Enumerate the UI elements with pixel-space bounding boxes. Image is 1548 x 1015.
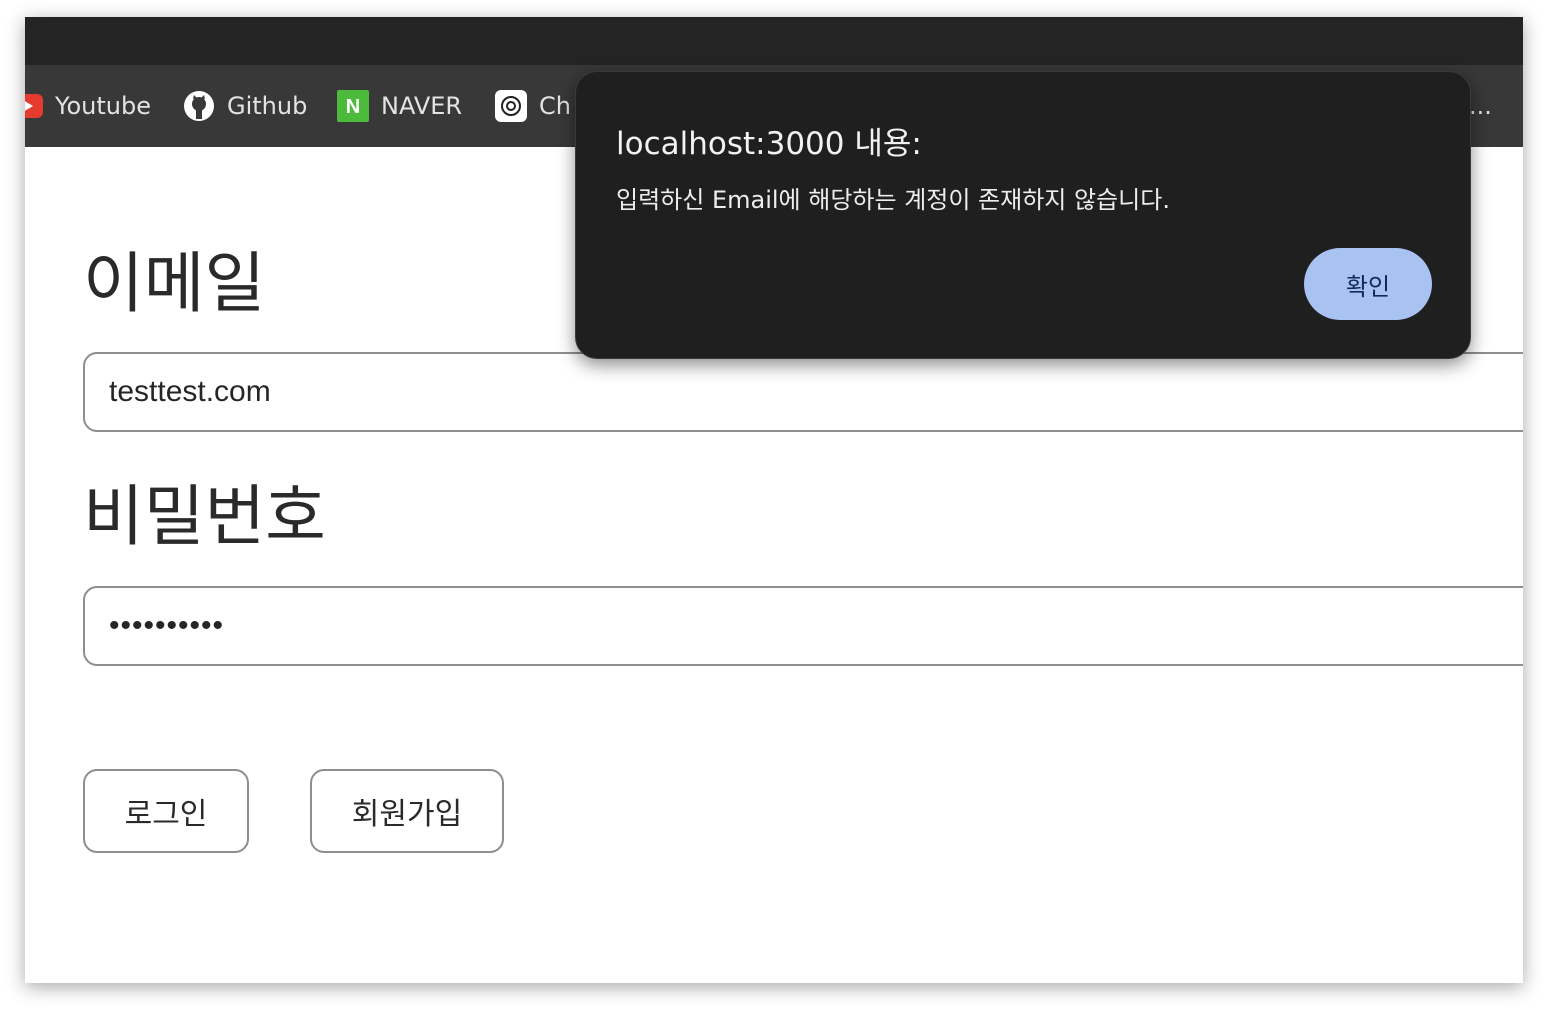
bookmark-github[interactable]: Github	[183, 65, 307, 147]
email-value: testtest.com	[109, 375, 271, 408]
browser-titlebar	[25, 17, 1523, 65]
email-label: 이메일	[83, 245, 266, 322]
bookmark-youtube[interactable]: Youtube	[25, 65, 151, 147]
email-field[interactable]: testtest.com	[83, 352, 1523, 432]
chatgpt-icon	[495, 90, 527, 122]
bookmark-naver[interactable]: N NAVER	[337, 65, 462, 147]
bookmark-label: Github	[227, 92, 308, 120]
bookmark-label: NAVER	[381, 92, 463, 120]
bookmark-chatgpt[interactable]: Ch	[495, 65, 571, 147]
bookmark-overflow[interactable]: ...	[1469, 65, 1492, 147]
login-button-label: 로그인	[124, 797, 208, 832]
signup-button-label: 회원가입	[351, 797, 463, 832]
bookmark-label: Ch	[539, 92, 571, 120]
bookmark-overflow-label: ...	[1469, 92, 1492, 120]
youtube-icon	[25, 90, 43, 122]
naver-icon: N	[337, 90, 369, 122]
password-value: ••••••••••	[109, 609, 225, 642]
ok-button-label: 확인	[1345, 272, 1391, 301]
alert-dialog: localhost:3000 내용: 입력하신 Email에 해당하는 계정이 …	[575, 71, 1471, 359]
svg-text:N: N	[346, 96, 360, 118]
signup-button[interactable]: 회원가입	[310, 769, 504, 853]
dialog-message: 입력하신 Email에 해당하는 계정이 존재하지 않습니다.	[616, 186, 1170, 214]
password-field[interactable]: ••••••••••	[83, 586, 1523, 666]
bookmark-label: Youtube	[55, 92, 151, 120]
github-icon	[183, 90, 215, 122]
dialog-title: localhost:3000 내용:	[616, 126, 922, 162]
password-label: 비밀번호	[83, 478, 326, 555]
ok-button[interactable]: 확인	[1304, 248, 1432, 320]
login-button[interactable]: 로그인	[83, 769, 249, 853]
